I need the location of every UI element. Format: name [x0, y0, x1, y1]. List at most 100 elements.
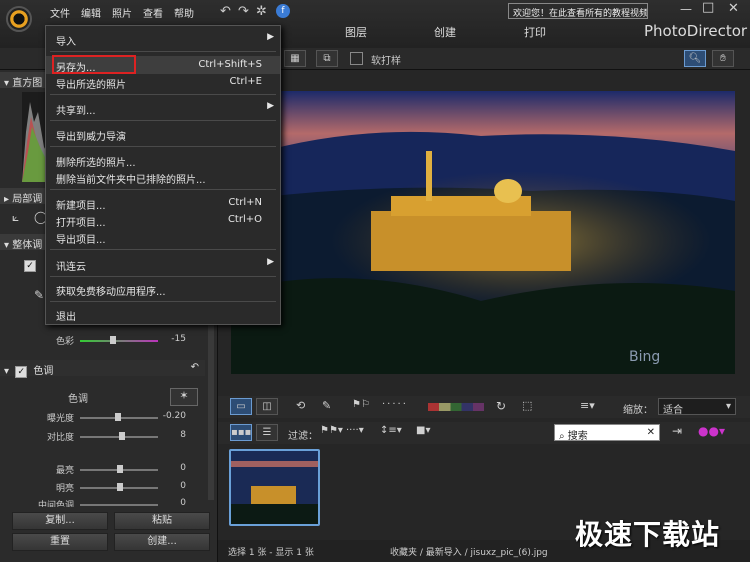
app-logo-icon [6, 6, 32, 32]
menu-item-new-project[interactable]: 新建项目... Ctrl+N [46, 194, 280, 212]
menu-item-exit[interactable]: 退出 [46, 305, 280, 323]
flag-icon[interactable]: ⚑⚐ [352, 399, 370, 410]
grid-view-icon[interactable]: ▦ [284, 50, 306, 67]
import-icon[interactable]: ⇥ [672, 424, 682, 438]
menu-help[interactable]: 帮助 [174, 5, 194, 20]
menu-view[interactable]: 查看 [143, 5, 163, 20]
sort-filter-icon[interactable]: ↕≡▾ [380, 425, 402, 436]
color-value: -15 [171, 334, 186, 344]
file-menu-dropdown: 导入 ▶ 另存为... Ctrl+Shift+S 导出所选的照片 Ctrl+E 共享到… [45, 25, 281, 325]
brightest-label: 最亮 [55, 466, 74, 476]
midtone-slider-track[interactable] [80, 504, 158, 506]
rotate-stack-icon[interactable]: ⟲ [296, 399, 305, 412]
contrast-slider-knob[interactable] [119, 432, 125, 440]
submenu-arrow-icon: ▶ [267, 257, 274, 267]
color-slider-knob[interactable] [110, 336, 116, 344]
soft-proof-checkbox[interactable] [350, 52, 363, 65]
compare-view-icon[interactable]: ⧉ [316, 50, 338, 67]
share-icon[interactable]: ●●▾ [698, 424, 725, 438]
menu-item-export-project[interactable]: 导出项目... [46, 228, 280, 246]
filmstrip-view-icon[interactable]: ▪▪▪ [230, 424, 252, 441]
sort-menu-icon[interactable]: ≡▾ [580, 399, 595, 412]
menu-item-xunlian-cloud[interactable]: 讯连云 ▶ [46, 255, 280, 273]
white-balance-checkbox[interactable]: ✓ [24, 260, 36, 272]
menu-item-export-selected[interactable]: 导出所选的照片 Ctrl+E [46, 73, 280, 91]
tone-checkbox[interactable]: ✓ [15, 366, 28, 378]
menu-item-delete-excluded[interactable]: 删除当前文件夹中已排除的照片... [46, 168, 280, 186]
menu-edit[interactable]: 编辑 [81, 5, 101, 20]
exposure-slider-knob[interactable] [115, 413, 121, 421]
tab-create[interactable]: 创建 [434, 24, 456, 40]
brightest-slider-knob[interactable] [117, 465, 123, 473]
menu-photo[interactable]: 照片 [112, 5, 132, 20]
selection-status: 选择 1 张 - 显示 1 张 [228, 548, 314, 558]
dual-view-icon[interactable]: ◫ [256, 398, 278, 415]
rotate-icon[interactable]: ↻ [496, 399, 506, 413]
photo-thumbnail[interactable] [229, 449, 320, 526]
tone-section-title: 色调 [33, 366, 54, 377]
budapest-castle-photo: Bing [231, 91, 735, 374]
crop-icon[interactable]: ⬚ [522, 399, 532, 412]
site-watermark: 极速下载站 [575, 518, 721, 551]
flag-filter-icon[interactable]: ⚑⚑▾ [320, 425, 343, 436]
light-value: 0 [180, 481, 186, 491]
copy-button[interactable]: 复制... [12, 512, 108, 530]
paste-button[interactable]: 粘贴 [114, 512, 210, 530]
menu-item-delete-selected[interactable]: 删除所选的照片... [46, 151, 280, 169]
light-slider-knob[interactable] [117, 483, 123, 491]
pen-icon[interactable]: ✎ [322, 399, 331, 412]
menu-item-open-project[interactable]: 打开项目... Ctrl+O [46, 211, 280, 229]
minimize-icon[interactable]: — [680, 2, 692, 16]
close-icon[interactable]: ✕ [728, 1, 739, 16]
global-adjust-title: 整体调 [12, 240, 43, 251]
exposure-value: -0.20 [162, 411, 186, 421]
tone-reset-icon[interactable]: ↶ [191, 362, 199, 373]
tone-section-header[interactable]: ▾ ✓ 色调 ↶ [0, 360, 205, 378]
color-slider-track[interactable] [80, 340, 158, 342]
tone-collapse-icon[interactable]: ▾ [4, 366, 9, 377]
single-view-icon[interactable]: ▭ [230, 398, 252, 415]
zoom-tool-icon[interactable]: 🔍︎ [684, 50, 706, 67]
contrast-value: 8 [180, 430, 186, 440]
crop-tool-icon[interactable]: ⟀ [12, 210, 19, 225]
menu-item-export-director[interactable]: 导出到威力导演 [46, 125, 280, 143]
filmstrip-toolbar: ▭ ◫ ⟲ ✎ ⚑⚐ ····· ↻ ⬚ ≡▾ 缩放： 适合 ▾ [218, 396, 750, 418]
rating-filter-icon[interactable]: ····▾ [346, 425, 364, 436]
menu-item-get-app[interactable]: 获取免费移动应用程序... [46, 280, 280, 298]
midtone-label: 中间色调 [37, 501, 74, 507]
hand-tool-icon[interactable]: ✋︎ [712, 50, 734, 67]
color-label-swatches[interactable] [428, 403, 484, 411]
submenu-arrow-icon: ▶ [267, 32, 274, 42]
redo-icon[interactable]: ↷ [238, 4, 249, 19]
app-window: 文件 编辑 照片 查看 帮助 ↶ ↷ ✲ f 欢迎您！在此查看所有的教程视频！ … [0, 0, 750, 562]
create-preset-button[interactable]: 创建... [114, 533, 210, 551]
filter-toolbar: ▪▪▪ ☰ 过滤： ⚑⚑▾ ····▾ ↕≡▾ ■▾ ⌕ 搜索 ✕ ⇥ ●●▾ [218, 422, 750, 444]
tab-print[interactable]: 打印 [524, 24, 546, 40]
zoom-label: 缩放： [623, 405, 653, 416]
list-view-icon[interactable]: ☰ [256, 424, 278, 441]
soft-proof-label: 软打样 [371, 56, 401, 67]
search-input[interactable]: ⌕ 搜索 ✕ [554, 424, 660, 442]
rating-dots[interactable]: ····· [382, 399, 408, 410]
menu-file[interactable]: 文件 [50, 5, 70, 20]
zoom-select[interactable]: 适合 ▾ [658, 398, 736, 416]
reset-button[interactable]: 重置 [12, 533, 108, 551]
submenu-arrow-icon: ▶ [267, 101, 274, 111]
undo-icon[interactable]: ↶ [220, 4, 231, 19]
menu-item-share[interactable]: 共享到... ▶ [46, 99, 280, 117]
tone-label: 色调 [68, 394, 88, 405]
eyedropper-icon[interactable]: ✎ [34, 288, 44, 302]
path-status: 收藏夹 / 最新导入 / jisuxz_pic_(6).jpg [390, 548, 548, 558]
magic-wand-icon[interactable]: ✶ [170, 388, 198, 406]
welcome-banner[interactable]: 欢迎您！在此查看所有的教程视频！ [508, 3, 648, 19]
main-photo[interactable]: Bing [231, 91, 735, 374]
brightest-value: 0 [180, 463, 186, 473]
tab-layers[interactable]: 图层 [345, 24, 367, 40]
color-filter-icon[interactable]: ■▾ [416, 425, 430, 436]
settings-icon[interactable]: ✲ [256, 4, 267, 19]
menu-item-import[interactable]: 导入 ▶ [46, 30, 280, 48]
clear-search-icon[interactable]: ✕ [647, 427, 655, 438]
facebook-icon[interactable]: f [276, 4, 290, 18]
zoom-select-value: 适合 [663, 405, 683, 416]
maximize-icon[interactable]: □ [702, 0, 714, 15]
